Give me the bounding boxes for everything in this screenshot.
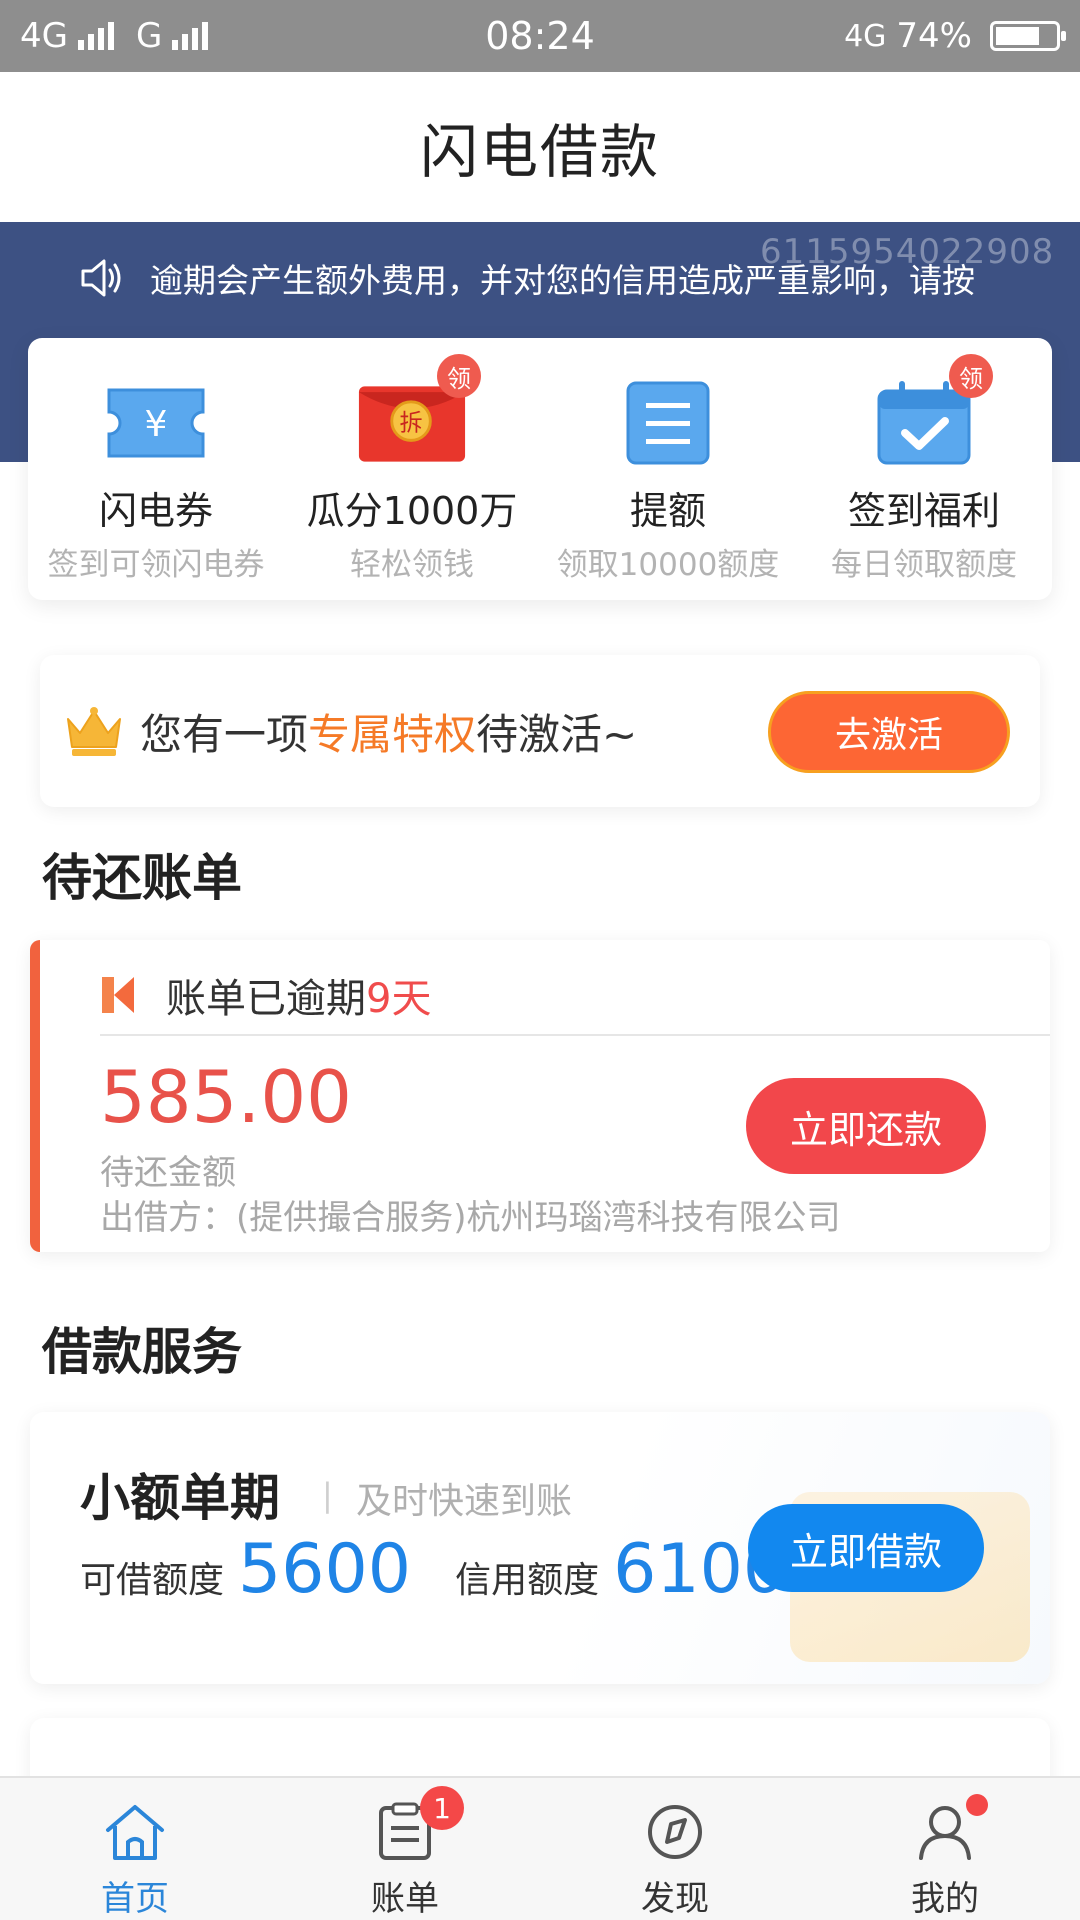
loan-product-card[interactable]: 小额单期 | 及时快速到账 可借额度 5600 信用额度 6100 立即借款: [30, 1412, 1050, 1684]
quick-subtitle: 领取10000额度: [556, 547, 780, 583]
bottom-nav: 首页 1 账单 发现 我的: [0, 1776, 1080, 1920]
bill-count-badge: 1: [420, 1786, 464, 1830]
crown-icon: [67, 707, 121, 756]
status-right: 4G 74%: [844, 16, 1066, 56]
privilege-highlight: 专属特权: [308, 709, 477, 759]
quick-title: 提额: [629, 489, 706, 533]
battery-fill: [996, 27, 1039, 45]
title-divider: |: [322, 1476, 333, 1514]
title-bar: 闪电借款: [0, 72, 1080, 222]
tab-mine[interactable]: 我的: [810, 1778, 1080, 1920]
quick-title: 闪电券: [98, 489, 213, 533]
signal-icon-2: [172, 22, 209, 50]
divider: [100, 1034, 1050, 1036]
red-envelope-icon: 拆 领: [357, 354, 481, 468]
network-label-left: 4G: [20, 16, 68, 56]
quick-item-checkin[interactable]: 领 签到福利 每日领取额度: [796, 338, 1052, 600]
quick-menu: ¥ 闪电券 签到可领闪电券 拆 领 瓜分1000万 轻松领钱 提额 领取1000…: [28, 338, 1052, 600]
loan-limits: 可借额度 5600 信用额度 6100: [80, 1530, 830, 1609]
credit-limit-label: 信用额度: [455, 1560, 600, 1601]
repay-button[interactable]: 立即还款: [746, 1078, 986, 1174]
svg-text:¥: ¥: [145, 404, 168, 445]
loan-product-subtitle: 及时快速到账: [356, 1481, 573, 1522]
bill-card[interactable]: 账单已逾期 9天 585.00 待还金额 出借方：(提供撮合服务)杭州玛瑙湾科技有…: [30, 940, 1050, 1252]
quick-item-limit[interactable]: 提额 领取10000额度: [540, 338, 796, 600]
battery-icon: [990, 21, 1066, 51]
tab-label: 我的: [911, 1879, 979, 1919]
page-title: 闪电借款: [419, 118, 660, 186]
privilege-card: 您有一项专属特权待激活~ 去激活: [40, 655, 1040, 807]
user-icon: [910, 1794, 988, 1863]
status-bar: 4G G 08:24 4G 74%: [0, 0, 1080, 72]
overdue-days: 9天: [366, 976, 432, 1022]
privilege-suffix: 待激活~: [476, 709, 638, 759]
document-icon: [613, 378, 723, 468]
quick-subtitle: 每日领取额度: [831, 547, 1017, 583]
coupon-icon: ¥: [101, 378, 211, 468]
tab-label: 发现: [641, 1879, 709, 1919]
claim-badge: 领: [437, 354, 481, 398]
available-limit-value: 5600: [238, 1530, 412, 1609]
tab-label: 首页: [101, 1879, 169, 1919]
quick-title: 瓜分1000万: [306, 489, 518, 533]
quick-subtitle: 签到可领闪电券: [47, 547, 265, 583]
network-label-right: 4G: [844, 18, 887, 54]
compass-icon: [640, 1800, 710, 1863]
battery-percent: 74%: [896, 16, 972, 56]
brand-logo-icon: [102, 977, 134, 1013]
network-label-mid: G: [135, 16, 163, 56]
tab-bills[interactable]: 1 账单: [270, 1778, 540, 1920]
tab-home[interactable]: 首页: [0, 1778, 270, 1920]
quick-title: 签到福利: [847, 489, 1000, 533]
bill-lender: 出借方：(提供撮合服务)杭州玛瑙湾科技有限公司: [100, 1198, 841, 1238]
home-icon: [100, 1800, 170, 1863]
notification-dot: [966, 1794, 988, 1816]
loan-product-title: 小额单期: [80, 1469, 280, 1527]
privilege-message: 您有一项专属特权待激活~: [140, 701, 637, 762]
envelope-label: 拆: [399, 411, 422, 437]
tab-label: 账单: [371, 1879, 439, 1919]
privilege-prefix: 您有一项: [140, 709, 309, 759]
bill-amount-label: 待还金额: [100, 1153, 236, 1193]
speaker-icon: [81, 259, 121, 297]
bill-amount: 585.00: [100, 1055, 352, 1139]
notice-marquee[interactable]: 逾期会产生额外费用，并对您的信用造成严重影响，请按: [80, 248, 1080, 308]
quick-item-red-envelope[interactable]: 拆 领 瓜分1000万 轻松领钱: [284, 338, 540, 600]
calendar-check-icon: 领: [869, 354, 993, 468]
available-limit-label: 可借额度: [80, 1560, 225, 1601]
quick-item-coupon[interactable]: ¥ 闪电券 签到可领闪电券: [28, 338, 284, 600]
signal-icon: [77, 22, 114, 50]
tab-discover[interactable]: 发现: [540, 1778, 810, 1920]
bill-status: 账单已逾期 9天: [100, 960, 431, 1030]
bill-icon: 1: [370, 1786, 464, 1863]
bills-section-title: 待还账单: [42, 849, 242, 907]
notice-text: 逾期会产生额外费用，并对您的信用造成严重影响，请按: [150, 261, 975, 300]
activate-button[interactable]: 去激活: [768, 691, 1010, 773]
loan-section-title: 借款服务: [42, 1323, 242, 1381]
borrow-button[interactable]: 立即借款: [748, 1504, 984, 1592]
bill-accent-bar: [30, 940, 40, 1252]
quick-subtitle: 轻松领钱: [350, 547, 474, 583]
bill-status-text: 账单已逾期: [166, 976, 366, 1022]
status-left: 4G G: [20, 16, 220, 56]
claim-badge: 领: [949, 354, 993, 398]
